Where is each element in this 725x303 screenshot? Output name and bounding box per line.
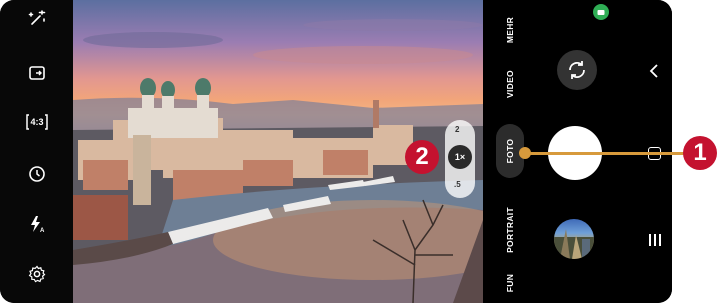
gallery-thumbnail[interactable] [554, 219, 594, 259]
annotation-leader-line-1 [524, 152, 686, 155]
annotation-badge-2: 2 [405, 140, 439, 174]
mode-video[interactable]: VIDEO [505, 70, 515, 98]
left-toolbar: 4:3 A [0, 0, 73, 303]
zoom-option-2x[interactable]: 2 [455, 125, 459, 134]
aspect-ratio-button[interactable]: 4:3 [25, 112, 49, 132]
chevron-left-icon[interactable] [648, 64, 660, 83]
annotation-badge-1: 1 [683, 136, 717, 170]
mode-foto[interactable]: FOTO [505, 139, 515, 164]
menu-icon[interactable] [648, 233, 662, 252]
settings-gear-icon[interactable] [25, 262, 49, 286]
zoom-option-0-5x[interactable]: .5 [454, 180, 461, 189]
svg-text:A: A [40, 228, 45, 234]
gallery-preview-image [554, 229, 594, 259]
mode-mehr[interactable]: MEHR [505, 17, 515, 43]
mode-fun[interactable]: FUN [505, 274, 515, 292]
rotate-screen-icon[interactable] [25, 61, 49, 85]
flash-auto-icon[interactable]: A [25, 212, 49, 236]
magic-wand-icon[interactable] [25, 7, 49, 31]
switch-camera-icon [569, 61, 585, 79]
mode-portrait[interactable]: PORTRAIT [505, 207, 515, 253]
camera-in-use-indicator [593, 4, 609, 20]
timer-icon[interactable] [25, 162, 49, 186]
zoom-option-1x-selected[interactable]: 1× [448, 145, 472, 169]
annotation-badge-2-label: 2 [415, 143, 429, 170]
aspect-ratio-label: 4:3 [30, 117, 44, 127]
switch-camera-button[interactable] [557, 50, 597, 90]
zoom-selected-label: 1× [454, 152, 466, 162]
annotation-badge-1-label: 1 [693, 139, 707, 166]
annotation-leader-dot-1 [519, 147, 531, 159]
